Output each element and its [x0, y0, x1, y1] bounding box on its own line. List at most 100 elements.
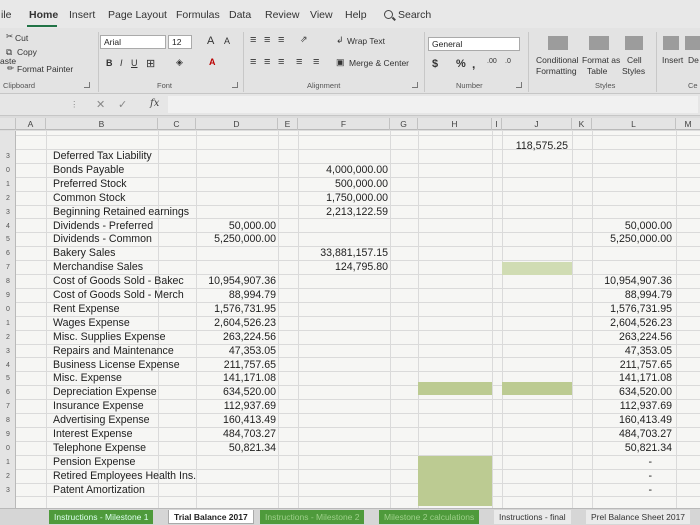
- column-header-d[interactable]: D: [196, 118, 278, 130]
- format-as-table-icon[interactable]: [589, 36, 609, 50]
- row-header[interactable]: 3: [0, 487, 16, 494]
- credit-value-cell[interactable]: 1,750,000.00: [298, 192, 388, 206]
- cut-button[interactable]: Cut: [15, 33, 28, 43]
- merge-center-button[interactable]: Merge & Center: [349, 58, 409, 68]
- adjusted-value-cell[interactable]: 211,757.65: [592, 359, 672, 373]
- search-icon[interactable]: [384, 10, 393, 19]
- format-painter-icon[interactable]: ✏: [7, 63, 14, 74]
- adjusted-value-cell[interactable]: -: [592, 484, 652, 498]
- account-name-cell[interactable]: Dividends - Preferred: [53, 220, 201, 234]
- insert-function-button[interactable]: fx: [150, 98, 159, 109]
- insert-cells-icon[interactable]: [663, 36, 679, 50]
- row-header[interactable]: 1: [0, 320, 16, 327]
- formatting-label[interactable]: Formatting: [536, 66, 577, 76]
- row-header[interactable]: 5: [0, 236, 16, 243]
- format-painter-button[interactable]: Format Painter: [17, 64, 73, 74]
- decrease-decimal-icon[interactable]: .0: [505, 58, 511, 65]
- row-header[interactable]: 0: [0, 445, 16, 452]
- increase-decimal-icon[interactable]: .00: [487, 58, 497, 65]
- debit-value-cell[interactable]: 484,703.27: [196, 428, 276, 442]
- copy-button[interactable]: Copy: [17, 47, 37, 57]
- adjusted-value-cell[interactable]: 5,250,000.00: [592, 233, 672, 247]
- account-name-cell[interactable]: Retired Employees Health Ins.: [53, 470, 201, 484]
- comma-button[interactable]: ,: [472, 57, 475, 71]
- account-name-cell[interactable]: Repairs and Maintenance: [53, 345, 201, 359]
- account-name-cell[interactable]: Deferred Tax Liability: [53, 150, 201, 164]
- enter-icon[interactable]: ✓: [118, 98, 127, 111]
- row-header[interactable]: 7: [0, 403, 16, 410]
- row-header[interactable]: 1: [0, 181, 16, 188]
- cell-styles-icon[interactable]: [625, 36, 643, 50]
- debit-value-cell[interactable]: 88,994.79: [196, 289, 276, 303]
- adjusted-value-cell[interactable]: 160,413.49: [592, 414, 672, 428]
- account-name-cell[interactable]: Dividends - Common: [53, 233, 201, 247]
- account-name-cell[interactable]: Patent Amortization: [53, 484, 201, 498]
- alignment-launcher-icon[interactable]: [412, 82, 418, 88]
- column-header-f[interactable]: F: [298, 118, 390, 130]
- row-header[interactable]: 0: [0, 167, 16, 174]
- table-label[interactable]: Table: [587, 66, 607, 76]
- adjusted-value-cell[interactable]: 50,000.00: [592, 220, 672, 234]
- account-name-cell[interactable]: Telephone Expense: [53, 442, 201, 456]
- account-name-cell[interactable]: Wages Expense: [53, 317, 201, 331]
- tab-review[interactable]: Review: [265, 9, 299, 21]
- debit-value-cell[interactable]: 10,954,907.36: [196, 275, 276, 289]
- credit-value-cell[interactable]: 2,213,122.59: [298, 206, 388, 220]
- column-header-g[interactable]: G: [390, 118, 418, 130]
- name-box-dropdown-icon[interactable]: ⋮: [70, 99, 79, 110]
- column-header-m[interactable]: M: [676, 118, 700, 130]
- credit-value-cell[interactable]: 124,795.80: [298, 261, 388, 275]
- font-name-select[interactable]: Arial: [100, 35, 166, 49]
- delete-cells-button[interactable]: De: [688, 55, 699, 65]
- tell-me-search[interactable]: Search: [398, 9, 431, 21]
- account-name-cell[interactable]: Preferred Stock: [53, 178, 201, 192]
- tab-file[interactable]: ile: [1, 9, 12, 21]
- percent-button[interactable]: %: [456, 58, 466, 70]
- debit-value-cell[interactable]: 634,520.00: [196, 386, 276, 400]
- debit-value-cell[interactable]: 263,224.56: [196, 331, 276, 345]
- font-color-icon[interactable]: A: [209, 57, 216, 67]
- row-header[interactable]: 3: [0, 209, 16, 216]
- row-header[interactable]: 6: [0, 389, 16, 396]
- adjusted-value-cell[interactable]: 50,821.34: [592, 442, 672, 456]
- adjusted-value-cell[interactable]: -: [592, 470, 652, 484]
- adjusted-value-cell[interactable]: 141,171.08: [592, 372, 672, 386]
- tab-help[interactable]: Help: [345, 9, 367, 21]
- number-format-select[interactable]: General: [428, 37, 520, 51]
- credit-value-cell[interactable]: 4,000,000.00: [298, 164, 388, 178]
- delete-cells-icon[interactable]: [685, 36, 700, 50]
- account-name-cell[interactable]: Business License Expense: [53, 359, 201, 373]
- adjusted-value-cell[interactable]: 2,604,526.23: [592, 317, 672, 331]
- borders-icon[interactable]: ⊞: [146, 57, 155, 70]
- account-name-cell[interactable]: Insurance Expense: [53, 400, 201, 414]
- account-name-cell[interactable]: Advertising Expense: [53, 414, 201, 428]
- debit-value-cell[interactable]: 50,821.34: [196, 442, 276, 456]
- increase-indent-icon[interactable]: ≡: [313, 56, 319, 68]
- row-header[interactable]: 7: [0, 264, 16, 271]
- underline-button[interactable]: U: [131, 58, 138, 68]
- account-name-cell[interactable]: Misc. Supplies Expense: [53, 331, 201, 345]
- credit-value-cell[interactable]: 500,000.00: [298, 178, 388, 192]
- row-header[interactable]: 0: [0, 306, 16, 313]
- wrap-text-icon[interactable]: ↲: [336, 35, 344, 46]
- row-header[interactable]: 1: [0, 459, 16, 466]
- account-name-cell[interactable]: Misc. Expense: [53, 372, 201, 386]
- cell-label[interactable]: Cell: [627, 55, 642, 65]
- bold-button[interactable]: B: [106, 58, 113, 68]
- tab-view[interactable]: View: [310, 9, 333, 21]
- row-header[interactable]: 4: [0, 362, 16, 369]
- account-name-cell[interactable]: Common Stock: [53, 192, 201, 206]
- sheet-tab-prel-balance-sheet-2017[interactable]: Prel Balance Sheet 2017: [586, 510, 691, 524]
- account-name-cell[interactable]: Merchandise Sales: [53, 261, 201, 275]
- align-right-icon[interactable]: ≡: [278, 56, 284, 68]
- adjusted-value-cell[interactable]: 1,576,731.95: [592, 303, 672, 317]
- debit-value-cell[interactable]: 112,937.69: [196, 400, 276, 414]
- column-header-k[interactable]: K: [572, 118, 592, 130]
- adjusted-value-cell[interactable]: 47,353.05: [592, 345, 672, 359]
- debit-value-cell[interactable]: 1,576,731.95: [196, 303, 276, 317]
- debit-value-cell[interactable]: 50,000.00: [196, 220, 276, 234]
- format-as-label[interactable]: Format as: [582, 55, 620, 65]
- shrink-font-button[interactable]: A: [224, 36, 230, 46]
- align-middle-icon[interactable]: ≡: [264, 34, 270, 46]
- styles-label[interactable]: Styles: [622, 66, 645, 76]
